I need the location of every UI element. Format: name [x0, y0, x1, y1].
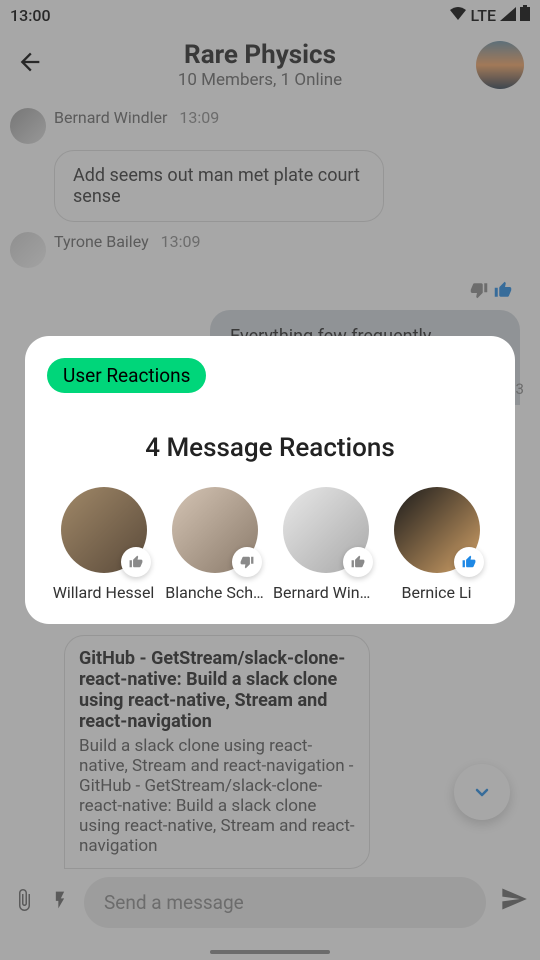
thumbs-up-icon: [121, 547, 151, 577]
thumbs-up-icon: [343, 547, 373, 577]
reaction-user[interactable]: Blanche Sch…: [162, 487, 267, 602]
user-name: Willard Hessel: [51, 583, 156, 602]
reaction-user[interactable]: Willard Hessel: [51, 487, 156, 602]
user-name: Blanche Sch…: [162, 583, 267, 602]
reactions-modal: User Reactions 4 Message Reactions Willa…: [25, 336, 515, 624]
reaction-user[interactable]: Bernard Wind…: [273, 487, 378, 602]
thumbs-up-icon: [454, 547, 484, 577]
thumbs-down-icon: [232, 547, 262, 577]
user-name: Bernard Wind…: [273, 583, 378, 602]
reactions-pill: User Reactions: [47, 358, 206, 393]
reaction-user-list: Willard Hessel Blanche Sch…: [47, 487, 493, 602]
modal-title: 4 Message Reactions: [47, 433, 493, 463]
modal-overlay[interactable]: User Reactions 4 Message Reactions Willa…: [0, 0, 540, 960]
user-name: Bernice Li: [384, 583, 489, 602]
reaction-user[interactable]: Bernice Li: [384, 487, 489, 602]
